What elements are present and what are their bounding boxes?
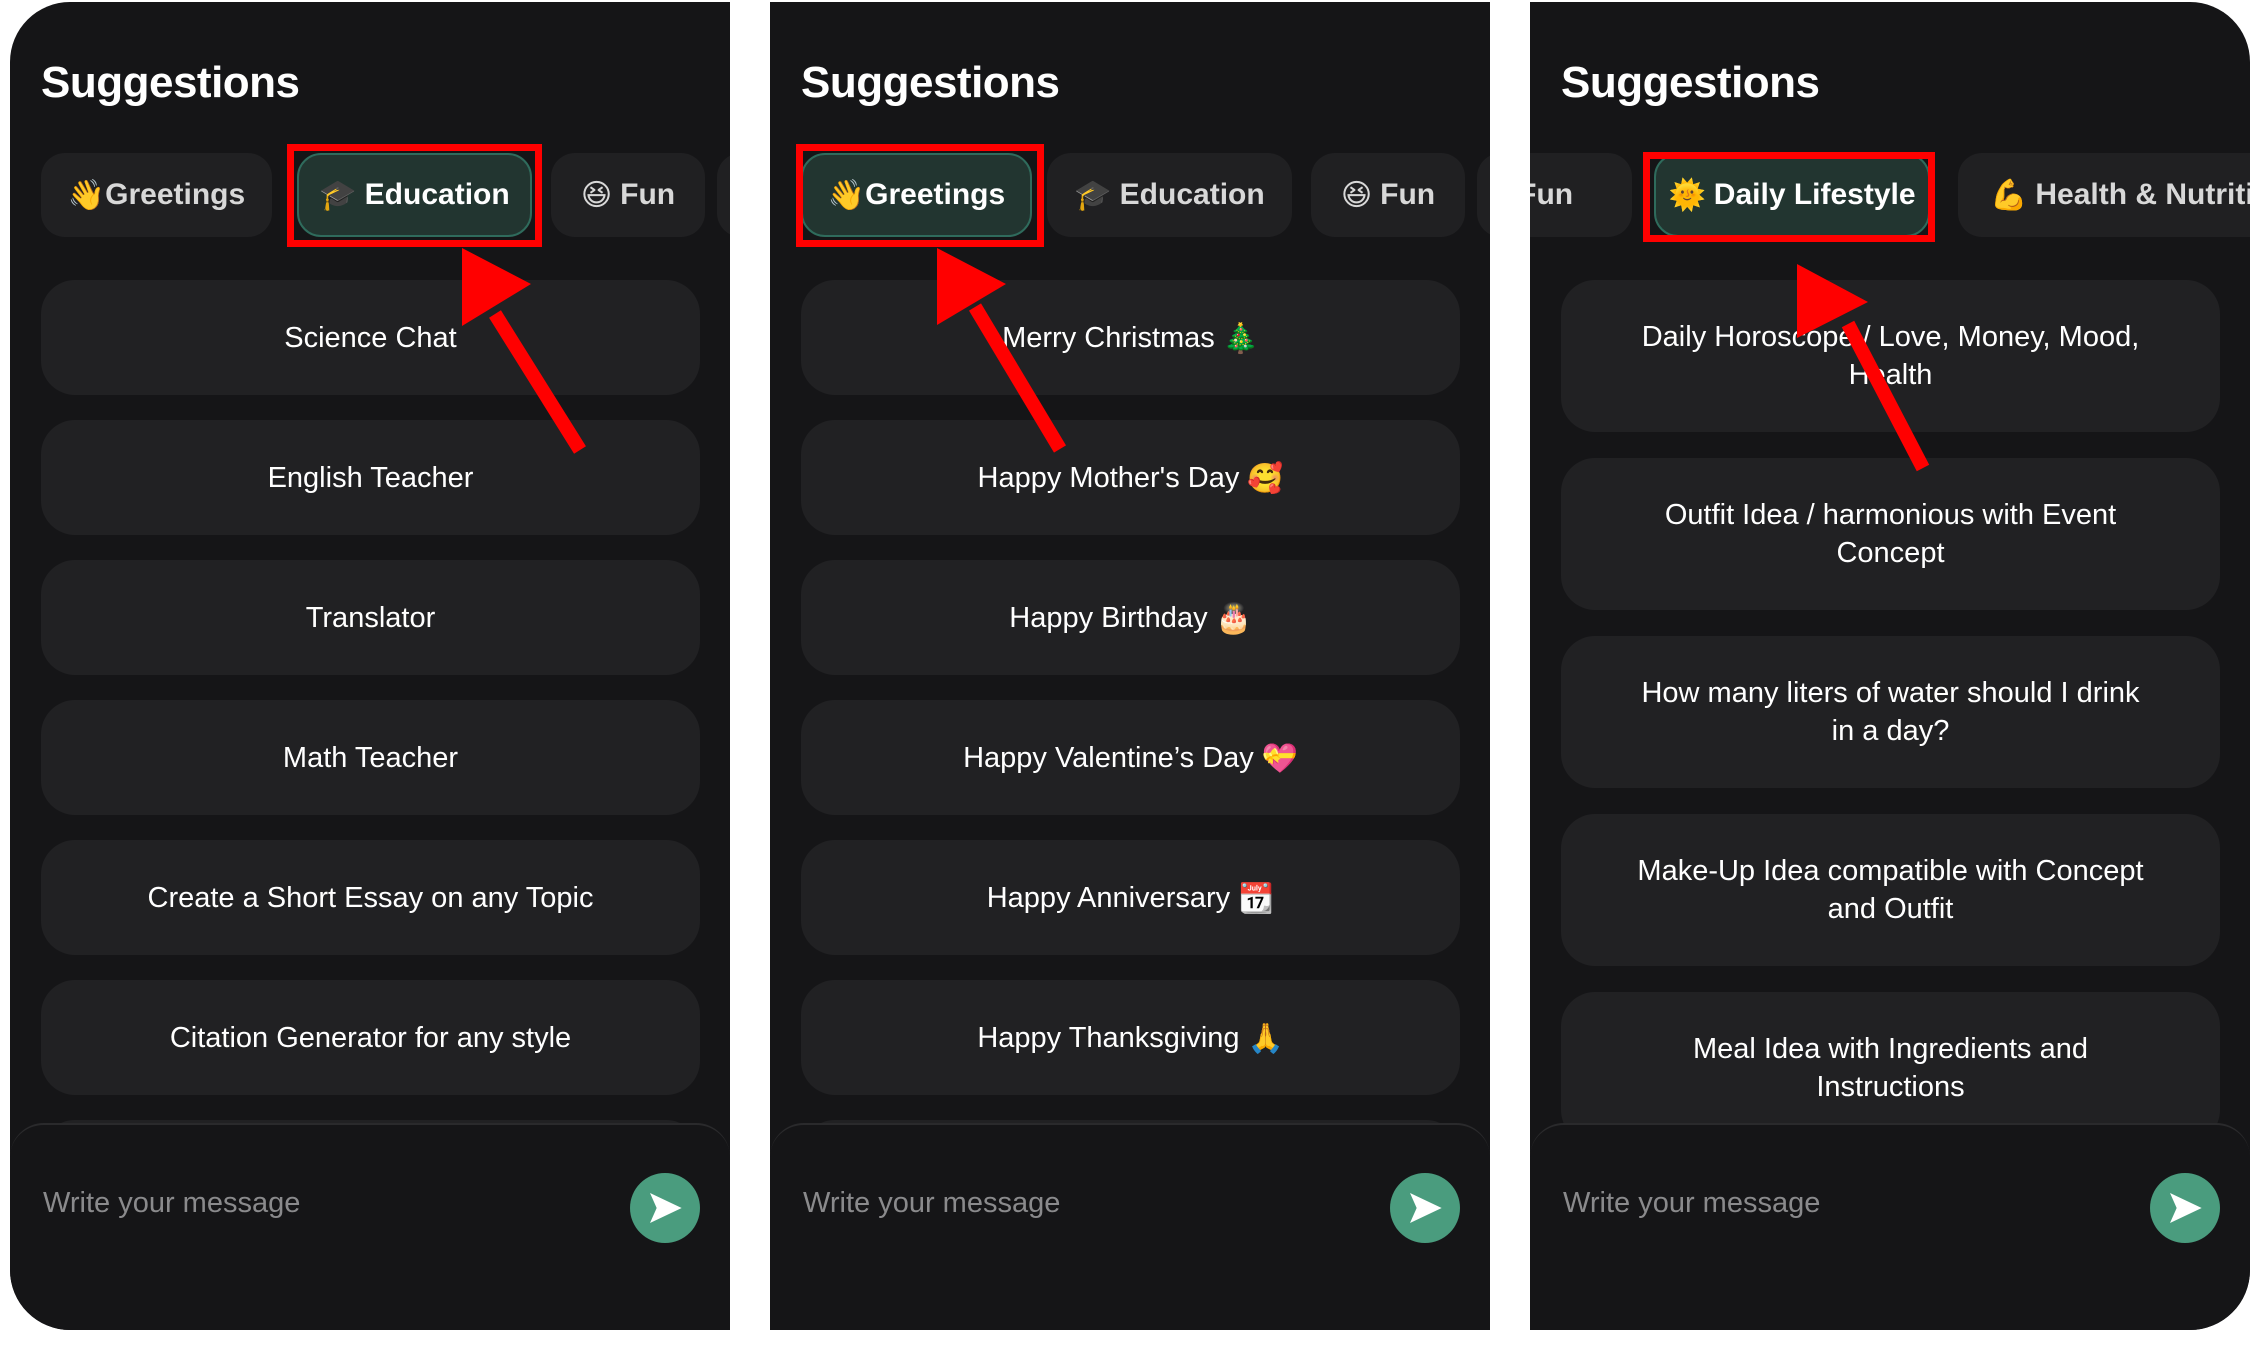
- tab-next-partial[interactable]: [1477, 153, 1490, 237]
- tab-label: Fun: [1380, 178, 1436, 211]
- suggestion-text: Create a Short Essay on any Topic: [147, 881, 594, 914]
- suggestion-text: Happy Anniversary: [986, 881, 1231, 914]
- flexed-biceps-icon: 💪: [1990, 177, 2028, 213]
- tab-health-nutrition[interactable]: 💪 Health & Nutrition: [1958, 153, 2250, 237]
- suggestion-text: Math Teacher: [282, 741, 459, 774]
- suggestion-text: Daily Horoscope / Love, Money, Mood, Hea…: [1641, 321, 2140, 391]
- message-composer: [10, 1123, 730, 1330]
- suggestion-card[interactable]: Merry Christmas 🎄: [801, 280, 1460, 395]
- birthday-cake-icon: 🎂: [1215, 600, 1252, 635]
- heart-ribbon-icon: 💝: [1261, 740, 1298, 775]
- category-tabs: 👋 Greetings 🎓 Education 😆 Fun: [10, 153, 730, 239]
- suggestion-text: Happy Mother's Day: [977, 461, 1240, 494]
- suggestion-card[interactable]: Outfit Idea / harmonious with Event Conc…: [1561, 458, 2220, 610]
- suggestion-text: Citation Generator for any style: [169, 1021, 572, 1054]
- suggestion-text: English Teacher: [267, 461, 474, 494]
- christmas-tree-icon: 🎄: [1222, 320, 1259, 355]
- category-tabs: 😆 Fun 🌞 Daily Lifestyle 💪 Health & Nutri…: [1530, 153, 2250, 239]
- suggestion-text: Make-Up Idea compatible with Concept and…: [1637, 855, 2144, 925]
- send-button[interactable]: [630, 1173, 700, 1243]
- tab-fun[interactable]: 😆 Fun: [1530, 153, 1632, 237]
- suggestion-card[interactable]: Make-Up Idea compatible with Concept and…: [1561, 814, 2220, 966]
- suggestion-card[interactable]: Happy Birthday 🎂: [801, 560, 1460, 675]
- phone-screen-education: Suggestions 👋 Greetings 🎓 Education 😆 Fu…: [10, 2, 730, 1330]
- suggestion-card[interactable]: How many liters of water should I drink …: [1561, 636, 2220, 788]
- tab-greetings[interactable]: 👋 Greetings: [41, 153, 272, 237]
- suggestion-text: Happy Birthday: [1009, 601, 1208, 634]
- message-composer: [770, 1123, 1490, 1330]
- category-tabs: 👋 Greetings 🎓 Education 😆 Fun: [770, 153, 1490, 239]
- laughing-face-icon: 😆: [1340, 177, 1373, 213]
- tab-label: Fun: [620, 178, 676, 211]
- suggestion-card[interactable]: Happy Anniversary 📆: [801, 840, 1460, 955]
- folded-hands-icon: 🙏: [1247, 1020, 1284, 1055]
- tab-education[interactable]: 🎓 Education: [1047, 153, 1292, 237]
- tab-label: Fun: [1530, 178, 1574, 211]
- suggestion-text: Happy Valentine’s Day: [963, 741, 1254, 774]
- send-icon: [1410, 1193, 1442, 1223]
- laughing-face-icon: 😆: [580, 177, 613, 213]
- suggestion-text: Translator: [305, 601, 436, 634]
- suggestion-card[interactable]: Science Chat: [41, 280, 700, 395]
- smiling-hearts-icon: 🥰: [1247, 460, 1284, 495]
- waving-hand-icon: 👋: [827, 177, 866, 213]
- page-title: Suggestions: [801, 58, 1060, 107]
- suggestion-text: Happy Thanksgiving: [977, 1021, 1240, 1054]
- suggestion-card[interactable]: Happy Valentine’s Day 💝: [801, 700, 1460, 815]
- tab-label: Daily Lifestyle: [1713, 178, 1916, 211]
- tab-label: Greetings: [865, 178, 1006, 211]
- suggestion-text: How many liters of water should I drink …: [1641, 677, 2140, 747]
- tab-daily-lifestyle[interactable]: 🌞 Daily Lifestyle: [1654, 153, 1930, 237]
- suggestion-card[interactable]: Meal Idea with Ingredients and Instructi…: [1561, 992, 2220, 1144]
- graduation-cap-icon: 🎓: [1074, 177, 1112, 213]
- message-input[interactable]: [41, 1177, 605, 1229]
- phone-screen-daily-lifestyle: Suggestions 😆 Fun 🌞 Daily Lifestyle 💪 He…: [1530, 2, 2250, 1330]
- send-icon: [2170, 1193, 2202, 1223]
- suggestion-card[interactable]: Translator: [41, 560, 700, 675]
- send-button[interactable]: [1390, 1173, 1460, 1243]
- tab-fun[interactable]: 😆 Fun: [1311, 153, 1465, 237]
- tab-label: Greetings: [105, 178, 246, 211]
- tab-label: Education: [1119, 178, 1265, 211]
- tab-label: Education: [364, 178, 510, 211]
- suggestion-text: Outfit Idea / harmonious with Event Conc…: [1664, 499, 2117, 569]
- send-button[interactable]: [2150, 1173, 2220, 1243]
- page-title: Suggestions: [41, 58, 300, 107]
- tab-education[interactable]: 🎓 Education: [297, 153, 532, 237]
- suggestion-card[interactable]: Happy Thanksgiving 🙏: [801, 980, 1460, 1095]
- graduation-cap-icon: 🎓: [319, 177, 357, 213]
- send-icon: [650, 1193, 682, 1223]
- page-title: Suggestions: [1561, 58, 1820, 107]
- suggestion-card[interactable]: Happy Mother's Day 🥰: [801, 420, 1460, 535]
- tab-label: Health & Nutrition: [2035, 178, 2250, 211]
- suggestion-card[interactable]: Math Teacher: [41, 700, 700, 815]
- calendar-icon: 📆: [1238, 880, 1275, 915]
- suggestion-card[interactable]: English Teacher: [41, 420, 700, 535]
- suggestion-card[interactable]: Create a Short Essay on any Topic: [41, 840, 700, 955]
- suggestion-text: Science Chat: [284, 321, 457, 354]
- tab-greetings[interactable]: 👋 Greetings: [801, 153, 1032, 237]
- sun-face-icon: 🌞: [1668, 177, 1706, 213]
- tab-fun[interactable]: 😆 Fun: [551, 153, 705, 237]
- waving-hand-icon: 👋: [67, 177, 106, 213]
- suggestion-text: Merry Christmas: [1002, 321, 1215, 354]
- suggestion-card[interactable]: Citation Generator for any style: [41, 980, 700, 1095]
- suggestion-card[interactable]: Daily Horoscope / Love, Money, Mood, Hea…: [1561, 280, 2220, 432]
- message-input[interactable]: [801, 1177, 1365, 1229]
- message-input[interactable]: [1561, 1177, 2125, 1229]
- suggestion-text: Meal Idea with Ingredients and Instructi…: [1693, 1033, 2088, 1103]
- message-composer: [1530, 1123, 2250, 1330]
- tab-next-partial[interactable]: [717, 153, 730, 237]
- phone-screen-greetings: Suggestions 👋 Greetings 🎓 Education 😆 Fu…: [770, 2, 1490, 1330]
